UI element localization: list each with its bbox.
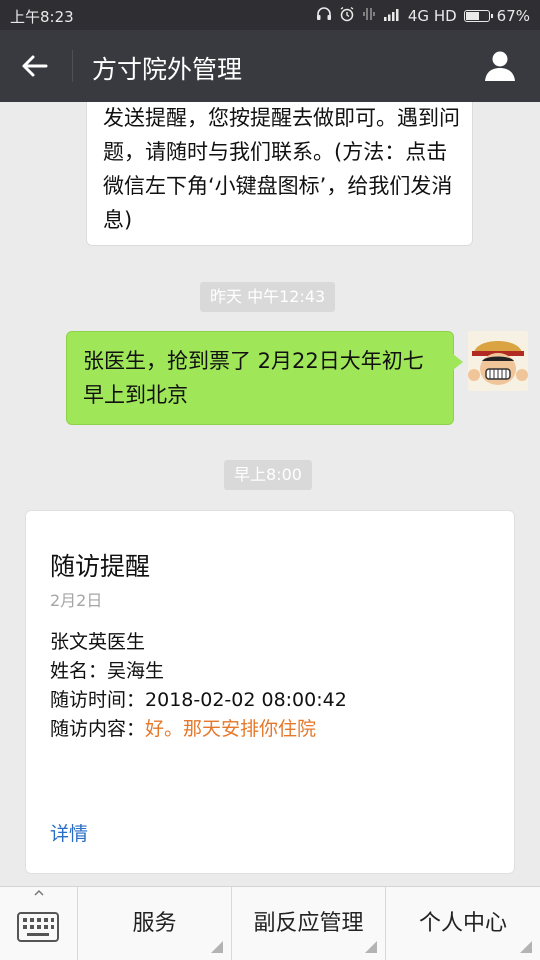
timestamp: 早上8:00 [224, 460, 312, 490]
visit-time-row: 随访时间：2018-02-02 08:00:42 [50, 685, 347, 712]
name-value: 吴海生 [107, 660, 165, 682]
visit-content-value: 好。那天安排你住院 [145, 718, 317, 740]
profile-button[interactable] [482, 48, 518, 84]
submenu-indicator-icon [211, 941, 223, 953]
menu-label: 副反应管理 [253, 911, 364, 936]
bottom-menu: 服务 副反应管理 个人中心 [0, 886, 540, 960]
incoming-message: 发送提醒，您按提醒去做即可。遇到问题，请随时与我们联系。(方法：点击微信左下角‘… [86, 102, 473, 246]
keyboard-toggle-button[interactable] [0, 887, 78, 960]
header-bar: 方寸院外管理 [0, 30, 540, 102]
card-date: 2月2日 [50, 591, 103, 610]
doctor-name: 张文英医生 [50, 631, 146, 653]
battery-icon [463, 10, 493, 22]
headphones-icon [316, 7, 332, 25]
patient-name-row: 姓名：吴海生 [50, 656, 164, 683]
menu-label: 个人中心 [418, 911, 507, 936]
battery-percent: 67% [496, 7, 530, 25]
arrow-left-icon [16, 55, 56, 88]
card-title: 随访提醒 [50, 552, 151, 581]
back-button[interactable] [16, 48, 56, 84]
visit-content-row: 随访内容：好。那天安排你住院 [50, 714, 316, 741]
timestamp: 昨天 中午12:43 [200, 282, 336, 312]
details-link[interactable]: 详情 [50, 819, 88, 846]
signal-icon [383, 7, 401, 25]
submenu-indicator-icon [365, 941, 377, 953]
status-bar: 上午8:23 4G HD 67% [0, 0, 540, 30]
person-icon [482, 51, 518, 88]
avatar[interactable] [468, 331, 528, 391]
chat-area[interactable]: 发送提醒，您按提醒去做即可。遇到问题，请随时与我们联系。(方法：点击微信左下角‘… [0, 102, 540, 886]
cartoon-avatar-icon [468, 331, 528, 391]
status-time: 上午8:23 [10, 8, 74, 26]
visit-time-value: 2018-02-02 08:00:42 [145, 689, 347, 711]
keyboard-icon [0, 889, 78, 960]
name-label: 姓名： [50, 660, 108, 682]
alarm-icon [339, 6, 355, 26]
header-divider [72, 50, 73, 82]
vibrate-icon [362, 6, 376, 26]
network-type: 4G HD [407, 7, 457, 25]
menu-label: 服务 [132, 911, 177, 936]
visit-content-label: 随访内容： [50, 718, 146, 740]
page-title: 方寸院外管理 [92, 55, 243, 84]
menu-item-services[interactable]: 服务 [78, 887, 232, 960]
submenu-indicator-icon [520, 941, 532, 953]
follow-up-reminder-card[interactable]: 随访提醒 2月2日 张文英医生 姓名：吴海生 随访时间：2018-02-02 0… [25, 510, 515, 874]
outgoing-message: 张医生，抢到票了 2月22日大年初七早上到北京 [66, 331, 463, 425]
status-icons: 4G HD 67% [316, 6, 530, 26]
incoming-message-text: 发送提醒，您按提醒去做即可。遇到问题，请随时与我们联系。(方法：点击微信左下角‘… [103, 106, 460, 232]
menu-item-personal-center[interactable]: 个人中心 [386, 887, 540, 960]
visit-time-label: 随访时间： [50, 689, 146, 711]
menu-item-side-effects[interactable]: 副反应管理 [232, 887, 386, 960]
